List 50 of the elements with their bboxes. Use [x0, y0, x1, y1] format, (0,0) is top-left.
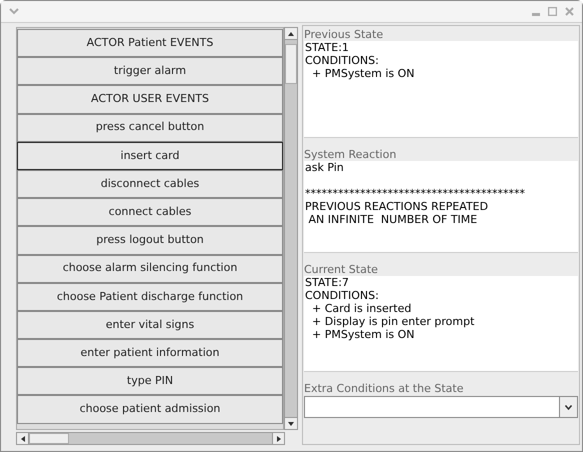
scroll-thumb[interactable] — [285, 44, 297, 84]
text-line: PREVIOUS REACTIONS REPEATED — [305, 200, 490, 213]
text-line: AN INFINITE NUMBER OF TIME — [307, 213, 478, 226]
section-title: Current State — [304, 263, 379, 276]
section-title: Extra Conditions at the State — [304, 382, 464, 395]
text-line: CONDITIONS: — [305, 289, 380, 302]
section-title: System Reaction — [304, 148, 398, 161]
text-line: ask Pin — [305, 161, 345, 174]
window-menu-icon[interactable] — [9, 8, 19, 15]
text-line: + PMSystem is ON — [310, 67, 416, 80]
event-button[interactable]: trigger alarm — [17, 57, 283, 86]
event-button[interactable]: type PIN — [17, 367, 283, 396]
event-button[interactable]: enter vital signs — [17, 310, 283, 340]
text-line: **************************************** — [305, 187, 526, 200]
horizontal-scrollbar[interactable] — [16, 432, 285, 445]
chevron-down-icon — [565, 404, 572, 410]
event-button[interactable]: enter patient information — [17, 339, 283, 368]
vertical-scrollbar[interactable] — [284, 27, 298, 430]
event-button[interactable]: insert card — [17, 142, 283, 170]
maximize-icon[interactable] — [548, 7, 557, 16]
scroll-right-button[interactable] — [272, 433, 284, 444]
arrow-left-icon — [20, 436, 24, 442]
event-button[interactable]: choose alarm silencing function — [17, 254, 283, 283]
event-button[interactable]: disconnect cables — [17, 170, 283, 198]
section-title: Previous State — [304, 28, 384, 41]
arrow-right-icon — [276, 436, 280, 442]
arrow-down-icon — [288, 422, 294, 426]
text-line: + PMSystem is ON — [310, 328, 416, 341]
scroll-left-button[interactable] — [17, 433, 29, 444]
event-button[interactable]: press cancel button — [17, 114, 283, 142]
scroll-down-button[interactable] — [285, 417, 297, 429]
scroll-up-button[interactable] — [285, 28, 297, 40]
text-area[interactable]: STATE:1 CONDITIONS: + PMSystem is ON — [304, 41, 578, 138]
scroll-thumb[interactable] — [29, 433, 69, 444]
event-button[interactable]: choose Patient discharge function — [17, 282, 283, 311]
text-line: CONDITIONS: — [305, 54, 380, 67]
event-button[interactable]: ACTOR Patient EVENTS — [17, 29, 283, 58]
event-button[interactable]: press logout button — [17, 226, 283, 254]
dropdown-button[interactable] — [559, 397, 577, 417]
text-line: STATE:7 — [305, 276, 350, 289]
close-icon[interactable] — [565, 7, 574, 16]
arrow-up-icon — [288, 32, 294, 36]
text-line: STATE:1 — [305, 41, 350, 54]
text-area[interactable]: STATE:7 CONDITIONS: + Card is inserted + Display is pin enter prompt + PMSystem is ON — [304, 276, 578, 372]
text-area[interactable]: ask Pin **************************************** PREVIOUS REACTIONS REPEATED AN INFINITE NUMBER OF TIME — [304, 161, 578, 253]
text-line: + Card is inserted — [310, 302, 412, 315]
event-button[interactable]: connect cables — [17, 198, 283, 226]
text-line: + Display is pin enter prompt — [310, 315, 476, 328]
event-button[interactable]: ACTOR USER EVENTS — [17, 85, 283, 114]
event-button[interactable]: choose patient admission — [17, 395, 283, 424]
